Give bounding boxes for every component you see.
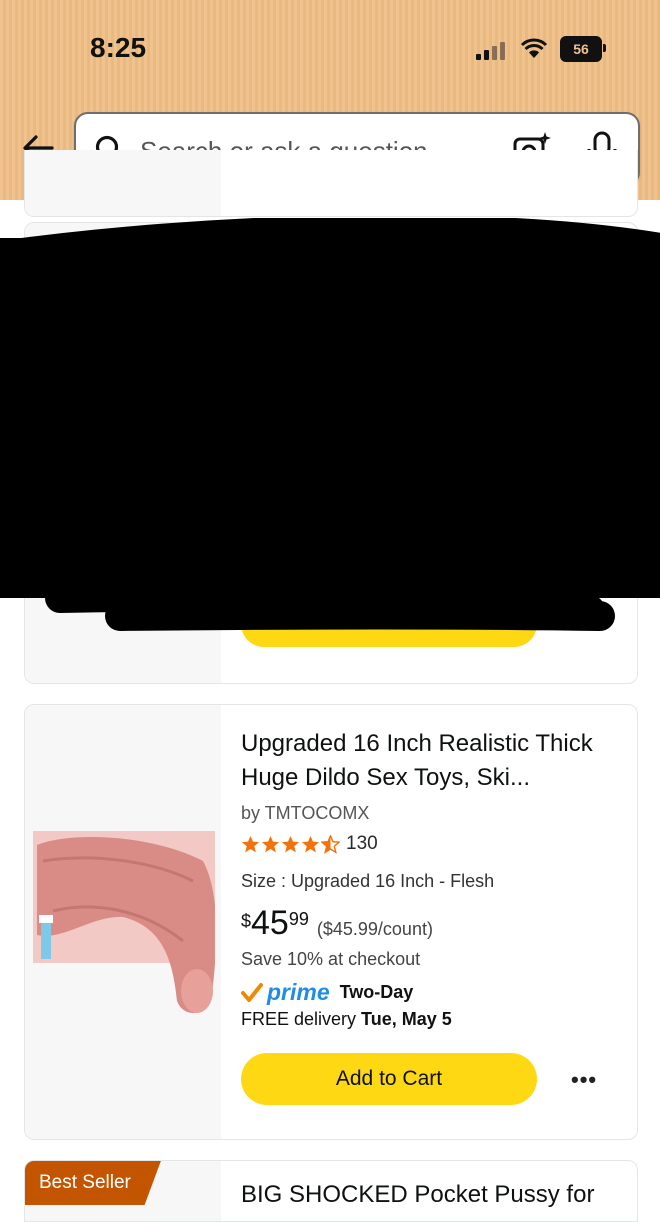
result-card-next[interactable]: Best Seller BIG SHOCKED Pocket Pussy for bbox=[24, 1160, 638, 1222]
star-full-icon bbox=[241, 835, 260, 852]
prime-speed: Two-Day bbox=[339, 982, 414, 1002]
prime-badge: prime Two-Day bbox=[241, 979, 413, 1006]
status-time: 8:25 bbox=[90, 32, 147, 63]
best-seller-badge: Best Seller bbox=[25, 1161, 161, 1205]
prime-check-icon bbox=[241, 982, 263, 1002]
product-image-panel bbox=[25, 150, 221, 216]
result-card-product[interactable]: Upgraded 16 Inch Realistic Thick Huge Di… bbox=[24, 704, 638, 1140]
product-image[interactable] bbox=[33, 831, 215, 1015]
price-whole: 45 bbox=[251, 904, 289, 942]
product-brand: by TMTOCOMX bbox=[241, 803, 370, 823]
add-to-cart-button[interactable]: Add to Cart bbox=[241, 1053, 537, 1105]
price-fraction: 99 bbox=[288, 909, 309, 929]
star-full-icon bbox=[261, 835, 280, 852]
star-half-icon bbox=[321, 834, 340, 854]
redaction-scribble bbox=[0, 218, 660, 631]
product-title[interactable]: BIG SHOCKED Pocket Pussy for bbox=[241, 1181, 594, 1209]
star-full-icon bbox=[301, 835, 320, 852]
wifi-icon bbox=[520, 38, 548, 58]
star-rating bbox=[241, 834, 340, 854]
prime-label: prime bbox=[267, 979, 330, 1005]
star-full-icon bbox=[281, 835, 300, 852]
delivery-info: FREE delivery Tue, May 5 bbox=[241, 1009, 452, 1030]
battery-indicator: 56 bbox=[560, 36, 606, 62]
rating-row[interactable]: 130 bbox=[241, 833, 378, 855]
delivery-prefix: FREE delivery bbox=[241, 1009, 357, 1029]
result-card-previous[interactable] bbox=[24, 150, 638, 217]
product-title[interactable]: Upgraded 16 Inch Realistic Thick Huge Di… bbox=[241, 727, 613, 795]
price: $ 45 99 ($45.99/count) bbox=[241, 905, 433, 941]
more-options-icon[interactable]: ••• bbox=[571, 1067, 596, 1092]
rating-count[interactable]: 130 bbox=[346, 833, 378, 855]
unit-price: ($45.99/count) bbox=[316, 919, 433, 939]
price-symbol: $ bbox=[241, 911, 252, 931]
cellular-signal-icon bbox=[476, 38, 508, 60]
status-icons: 56 bbox=[476, 36, 606, 62]
delivery-date: Tue, May 5 bbox=[361, 1009, 452, 1029]
coupon-savings: Save 10% at checkout bbox=[241, 949, 421, 969]
size-variant: Size : Upgraded 16 Inch - Flesh bbox=[241, 871, 495, 891]
